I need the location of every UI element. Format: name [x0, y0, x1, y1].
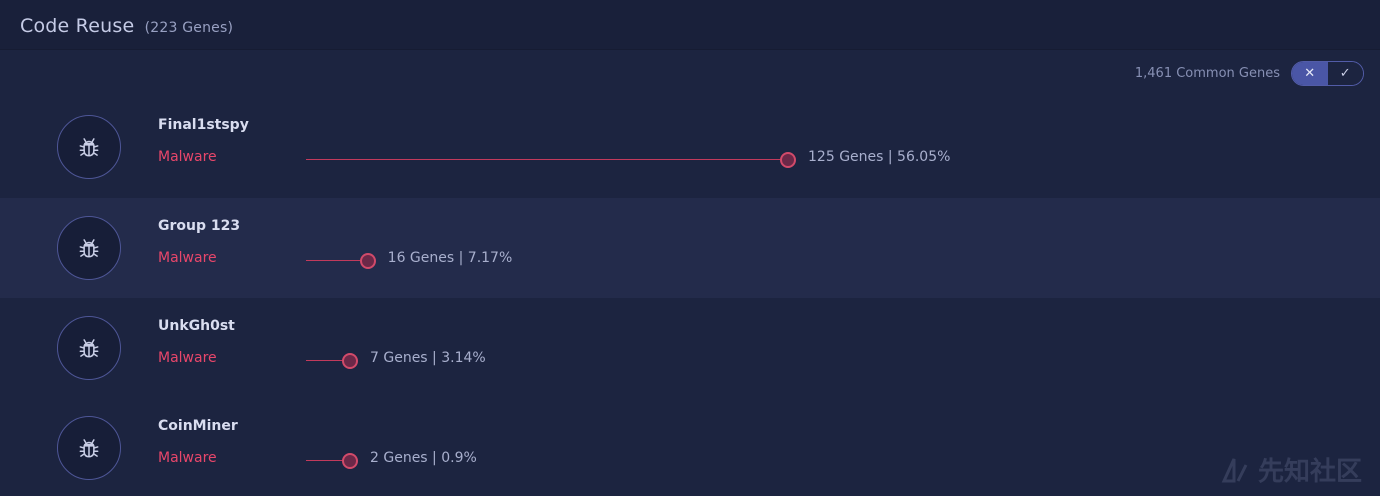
gene-row-1[interactable]: Group 123 Malware 16 Genes | 7.17% — [0, 198, 1380, 298]
share-stats: 7 Genes | 3.14% — [370, 350, 486, 366]
bug-icon — [79, 339, 99, 358]
exclude-common-button[interactable]: ✕ — [1292, 62, 1328, 85]
common-genes-toggle[interactable]: ✕ ✓ — [1291, 61, 1364, 86]
avatar — [57, 216, 121, 280]
family-name[interactable]: Final1stspy — [158, 117, 249, 133]
share-stats: 2 Genes | 0.9% — [370, 450, 477, 466]
family-type: Malware — [158, 149, 217, 165]
panel-header: Code Reuse (223 Genes) — [0, 0, 1380, 50]
share-bar-handle — [342, 453, 358, 469]
share-bar-handle — [359, 253, 376, 269]
avatar — [57, 316, 121, 380]
family-name[interactable]: Group 123 — [158, 218, 240, 234]
panel-title: Code Reuse (223 Genes) — [20, 15, 233, 37]
common-genes-label: 1,461 Common Genes — [1134, 66, 1280, 81]
avatar — [57, 416, 121, 480]
bug-icon — [79, 239, 99, 258]
avatar — [57, 115, 121, 179]
logo-icon — [1221, 457, 1248, 482]
share-stats: 125 Genes | 56.05% — [808, 149, 951, 165]
bug-icon — [79, 138, 99, 157]
watermark: 先知社区 — [1220, 451, 1362, 488]
panel-title-text: Code Reuse — [20, 15, 135, 37]
code-reuse-panel: Code Reuse (223 Genes) 1,461 Common Gene… — [0, 0, 1380, 496]
share-bar — [306, 159, 789, 160]
family-type: Malware — [158, 250, 217, 266]
family-type: Malware — [158, 450, 217, 466]
family-name[interactable]: UnkGh0st — [158, 318, 235, 334]
share-bar-handle — [342, 353, 358, 369]
watermark-text: 先知社区 — [1257, 457, 1362, 487]
gene-row-0[interactable]: Final1stspy Malware 125 Genes | 56.05% — [0, 97, 1380, 197]
family-type: Malware — [158, 350, 217, 366]
include-common-button[interactable]: ✓ — [1327, 62, 1363, 85]
share-bar — [306, 260, 368, 261]
gene-count: (223 Genes) — [144, 20, 234, 36]
gene-row-2[interactable]: UnkGh0st Malware 7 Genes | 3.14% — [0, 298, 1380, 398]
family-name[interactable]: CoinMiner — [158, 418, 238, 434]
share-bar-handle — [780, 152, 797, 168]
bug-icon — [79, 439, 99, 458]
share-stats: 16 Genes | 7.17% — [387, 250, 513, 266]
gene-row-3[interactable]: CoinMiner Malware 2 Genes | 0.9% — [0, 398, 1380, 496]
